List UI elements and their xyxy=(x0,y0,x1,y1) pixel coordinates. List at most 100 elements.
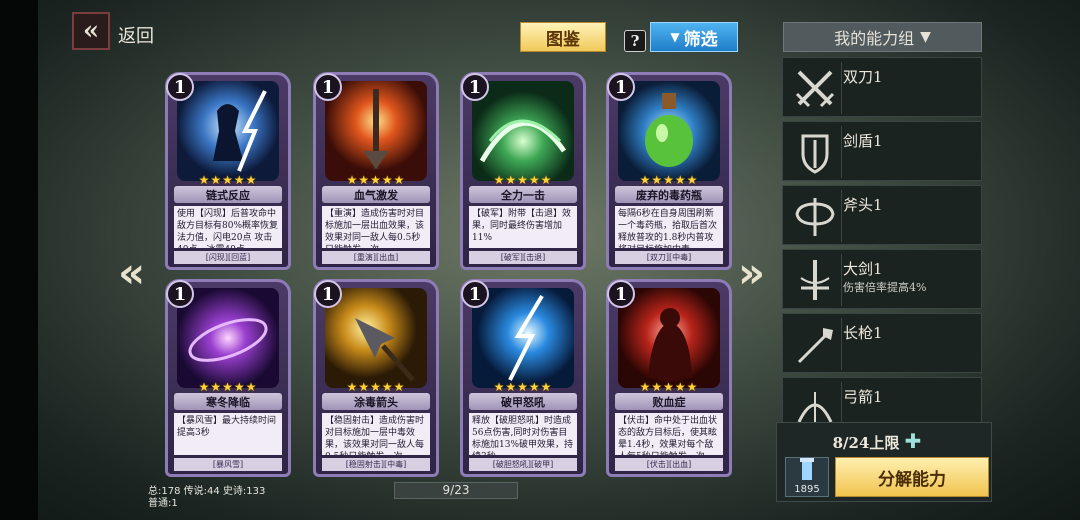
card-desc: 【破军】附带【击退】效果，同时最终伤害增加11% xyxy=(469,206,577,248)
blue-lightning-art xyxy=(472,288,574,388)
card-tags: [双刀][中毒] xyxy=(615,251,723,264)
card-tags: [重演][出血] xyxy=(322,251,430,264)
deck-item-axe[interactable]: 斧头1 xyxy=(782,185,982,245)
card-tags: [伏击][出血] xyxy=(615,458,723,471)
card-name: 全力一击 xyxy=(469,186,577,203)
star-rating: ★★★★★ xyxy=(639,173,699,187)
sword-shield-icon xyxy=(789,126,842,178)
decompose-button[interactable]: 分解能力 xyxy=(835,457,989,497)
stats-line-1: 总:178 传说:44 史诗:133 xyxy=(148,486,266,497)
card-tags: [破胆怒吼][破甲] xyxy=(469,458,577,471)
star-rating: ★★★★★ xyxy=(198,380,258,394)
deck-title: 我的能力组 xyxy=(834,29,915,48)
purple-vortex-art xyxy=(177,288,279,388)
deck-item-dual-blades[interactable]: 双刀1 xyxy=(782,57,982,117)
ability-card[interactable]: 1 ★★★★★ 破甲怒吼 释放【破胆怒吼】时造成56点伤害,同时对伤害目标施加1… xyxy=(460,279,586,477)
bow-icon xyxy=(789,382,842,423)
card-name: 败血症 xyxy=(615,393,723,410)
star-rating: ★★★★★ xyxy=(346,380,406,394)
resource-count: 1895 xyxy=(794,484,820,495)
deck-item-bonus: 伤害倍率提高4% xyxy=(843,281,927,294)
page-indicator: 9/23 xyxy=(394,482,518,499)
card-name: 链式反应 xyxy=(174,186,282,203)
spear-icon xyxy=(789,318,842,370)
card-desc: 释放【破胆怒吼】时造成56点伤害,同时对伤害目标施加13%破甲效果，持续3秒 xyxy=(469,413,577,455)
cost-badge: 1 xyxy=(461,73,489,101)
card-desc: 【伏击】命中处于出血状态的敌方目标后，使其眩晕1.4秒，效果对每个敌人每5秒只能… xyxy=(615,413,723,455)
cost-badge: 1 xyxy=(314,73,342,101)
ability-card[interactable]: 1 ★★★★★ 链式反应 使用【闪现】后普攻命中敌方目标有80%概率恢复法力值，… xyxy=(165,72,291,270)
card-name: 寒冬降临 xyxy=(174,393,282,410)
back-label[interactable]: 返回 xyxy=(118,22,154,48)
triangle-down-icon: ▼ xyxy=(920,29,931,45)
card-name: 破甲怒吼 xyxy=(469,393,577,410)
deck-limit: 8/24上限 ✚ xyxy=(777,429,977,453)
cost-badge: 1 xyxy=(607,280,635,308)
card-desc: 使用【闪现】后普攻命中敌方目标有80%概率恢复法力值，闪电20点 攻击40点，冰… xyxy=(174,206,282,248)
card-tags: [稳固射击][中毒] xyxy=(322,458,430,471)
gallery-button[interactable]: 图鉴 xyxy=(520,22,606,52)
card-tags: [暴风雪] xyxy=(174,458,282,471)
resource-badge: 1895 xyxy=(785,457,829,497)
axe-icon xyxy=(789,190,842,242)
ability-card[interactable]: 1 ★★★★★ 全力一击 【破军】附带【击退】效果，同时最终伤害增加11% [破… xyxy=(460,72,586,270)
help-icon[interactable]: ? xyxy=(624,30,646,52)
deck-limit-text: 8/24上限 xyxy=(832,434,900,452)
arrowhead-art xyxy=(325,288,427,388)
deck-item-name: 大剑1 xyxy=(843,260,883,278)
star-rating: ★★★★★ xyxy=(198,173,258,187)
deck-item-bow[interactable]: 弓箭1 xyxy=(782,377,982,423)
card-desc: 每隔6秒在自身周围刷新一个毒药瓶，拾取后首次释放普攻的1.8秒内普攻将对目标施加… xyxy=(615,206,723,248)
card-tags: [破军][击退] xyxy=(469,251,577,264)
card-desc: 【暴风雪】最大持续时间提高3秒 xyxy=(174,413,282,455)
deck-item-name: 弓箭1 xyxy=(843,388,883,406)
back-button[interactable]: « xyxy=(72,12,110,50)
crimson-figure-art xyxy=(618,288,720,388)
deck-item-sword-shield[interactable]: 剑盾1 xyxy=(782,121,982,181)
ability-card[interactable]: 1 ★★★★★ 涂毒箭头 【稳固射击】造成伤害时对目标施加一层中毒效果，该效果对… xyxy=(313,279,439,477)
prev-page-icon[interactable]: « xyxy=(118,248,145,297)
card-desc: 【稳固射击】造成伤害时对目标施加一层中毒效果，该效果对同一敌人每0.5秒只能触发… xyxy=(322,413,430,455)
collection-stats: 总:178 传说:44 史诗:133 普通:1 xyxy=(148,486,265,510)
star-rating: ★★★★★ xyxy=(346,173,406,187)
next-page-icon[interactable]: » xyxy=(738,248,765,297)
ability-card[interactable]: 1 ★★★★★ 废弃的毒药瓶 每隔6秒在自身周围刷新一个毒药瓶，拾取后首次释放普… xyxy=(606,72,732,270)
ability-card[interactable]: 1 ★★★★★ 败血症 【伏击】命中处于出血状态的敌方目标后，使其眩晕1.4秒，… xyxy=(606,279,732,477)
triangle-down-icon: ▼ xyxy=(670,30,680,44)
deck-dropdown[interactable]: 我的能力组 ▼ xyxy=(783,22,982,52)
cost-badge: 1 xyxy=(607,73,635,101)
stats-line-2: 普通:1 xyxy=(148,498,178,509)
filter-label: 筛选 xyxy=(683,29,718,50)
deck-item-name: 双刀1 xyxy=(843,68,883,86)
star-rating: ★★★★★ xyxy=(493,173,553,187)
ability-card[interactable]: 1 ★★★★★ 寒冬降临 【暴风雪】最大持续时间提高3秒 [暴风雪] xyxy=(165,279,291,477)
left-edge-bar xyxy=(0,0,38,520)
cost-badge: 1 xyxy=(461,280,489,308)
card-tags: [闪现][回蓝] xyxy=(174,251,282,264)
double-chevron-left-icon: « xyxy=(82,16,100,46)
lightning-figure-art xyxy=(177,81,279,181)
star-rating: ★★★★★ xyxy=(639,380,699,394)
ability-deck-list[interactable]: 双刀1 剑盾1 斧头1 大剑1 伤害倍率提高4% 长枪1 弓箭1 xyxy=(782,57,982,423)
card-name: 血气激发 xyxy=(322,186,430,203)
green-swirl-art xyxy=(472,81,574,181)
filter-button[interactable]: ▼ 筛选 xyxy=(650,22,738,52)
deck-item-name: 剑盾1 xyxy=(843,132,883,150)
cost-badge: 1 xyxy=(166,280,194,308)
greatsword-icon xyxy=(789,254,842,306)
blood-sword-art xyxy=(325,81,427,181)
potion-resource-icon xyxy=(800,458,814,480)
dual-blades-icon xyxy=(789,62,842,114)
poison-bottle-art xyxy=(618,81,720,181)
plus-icon[interactable]: ✚ xyxy=(905,429,922,453)
deck-footer-panel: 8/24上限 ✚ 1895 分解能力 xyxy=(776,422,992,502)
card-name: 废弃的毒药瓶 xyxy=(615,186,723,203)
deck-item-name: 长枪1 xyxy=(843,324,883,342)
deck-item-spear[interactable]: 长枪1 xyxy=(782,313,982,373)
cost-badge: 1 xyxy=(314,280,342,308)
deck-item-greatsword[interactable]: 大剑1 伤害倍率提高4% xyxy=(782,249,982,309)
deck-item-name: 斧头1 xyxy=(843,196,883,214)
card-name: 涂毒箭头 xyxy=(322,393,430,410)
ability-card[interactable]: 1 ★★★★★ 血气激发 【重演】造成伤害时对目标施加一层出血效果，该效果对同一… xyxy=(313,72,439,270)
card-desc: 【重演】造成伤害时对目标施加一层出血效果，该效果对同一敌人每0.5秒只能触发一次 xyxy=(322,206,430,248)
